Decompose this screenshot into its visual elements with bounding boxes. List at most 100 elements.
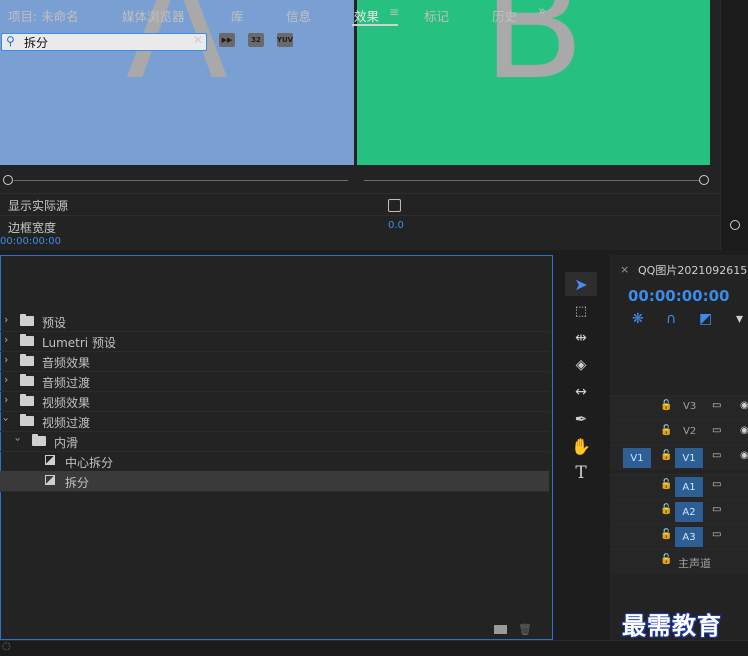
end-slider-handle[interactable] xyxy=(699,175,709,185)
eye-icon[interactable]: ◉ xyxy=(740,450,748,461)
new-folder-icon[interactable] xyxy=(494,625,507,634)
hand-tool-icon[interactable]: ✋ xyxy=(565,434,597,458)
border-width-value[interactable]: 0.0 xyxy=(388,220,404,231)
accelerated-effects-filter-icon[interactable]: ▶▶ xyxy=(219,33,235,47)
tree-item-center-split[interactable]: 中心拆分 xyxy=(0,451,549,472)
selection-tool-icon[interactable]: ➤ xyxy=(565,272,597,296)
folder-icon xyxy=(20,354,34,366)
status-bar: ◌ xyxy=(0,640,748,656)
tab-info[interactable]: 信息 xyxy=(286,6,311,25)
sequence-tab[interactable]: QQ图片20210926152 xyxy=(638,262,748,278)
snap-icon[interactable]: ∩ xyxy=(666,311,676,327)
effects-search-box[interactable]: ⚲ xyxy=(1,33,207,51)
lock-icon[interactable]: 🔓 xyxy=(660,450,672,461)
track-master[interactable]: 🔓 主声道 xyxy=(610,549,748,574)
folder-icon xyxy=(20,414,34,426)
eye-icon[interactable]: ◉ xyxy=(740,400,748,411)
track-output-icon[interactable]: ▭ xyxy=(712,529,721,540)
clip-b-preview: B xyxy=(357,0,710,165)
ripple-edit-tool-icon[interactable]: ⇹ xyxy=(565,326,597,350)
chevron-right-icon[interactable]: › xyxy=(4,333,8,346)
linked-selection-icon[interactable]: ◩ xyxy=(699,311,712,327)
start-slider-handle[interactable] xyxy=(3,175,13,185)
track-select-tool-icon[interactable]: ⬚ xyxy=(565,299,597,323)
chevron-down-icon[interactable]: › xyxy=(12,437,25,441)
tab-project[interactable]: 项目: 未命名 xyxy=(8,6,79,25)
tab-history[interactable]: 历史 xyxy=(492,6,516,25)
search-icon: ⚲ xyxy=(6,34,15,48)
slip-tool-icon[interactable]: ↔ xyxy=(565,380,597,404)
chevron-right-icon[interactable]: › xyxy=(4,393,8,406)
lock-icon[interactable]: 🔓 xyxy=(660,479,672,490)
timeline-timecode[interactable]: 00:00:00:00 xyxy=(628,287,730,305)
tab-markers[interactable]: 标记 xyxy=(424,6,449,25)
track-v2[interactable]: 🔓 V2 ▭ ◉ xyxy=(610,420,748,445)
tree-item-slide[interactable]: › 内滑 xyxy=(0,431,549,452)
border-width-row: 边框宽度 xyxy=(0,215,720,234)
track-output-icon[interactable]: ▭ xyxy=(712,400,721,411)
razor-tool-icon[interactable]: ◈ xyxy=(565,353,597,377)
32bit-filter-icon[interactable]: 32 xyxy=(248,33,264,47)
lock-icon[interactable]: 🔓 xyxy=(660,554,672,565)
start-slider-track[interactable] xyxy=(14,180,348,181)
watermark: 最需教育 xyxy=(622,611,722,640)
lock-icon[interactable]: 🔓 xyxy=(660,529,672,540)
folder-icon xyxy=(32,434,46,446)
add-marker-icon[interactable]: ▾ xyxy=(736,311,743,327)
track-target-v1[interactable]: V1 xyxy=(675,448,703,468)
eye-icon[interactable]: ◉ xyxy=(740,425,748,436)
track-a1[interactable]: 🔓 A1 ▭ xyxy=(610,474,748,499)
close-sequence-icon[interactable]: × xyxy=(620,263,629,276)
lock-icon[interactable]: 🔓 xyxy=(660,425,672,436)
tree-item-video-effects[interactable]: › 视频效果 xyxy=(0,391,549,412)
track-output-icon[interactable]: ▭ xyxy=(712,479,721,490)
track-v3[interactable]: 🔓 V3 ▭ ◉ xyxy=(610,395,748,420)
track-target-a2[interactable]: A2 xyxy=(675,502,703,522)
clear-search-icon[interactable]: ✕ xyxy=(193,33,203,47)
tree-item-label: 音频过渡 xyxy=(42,376,91,390)
preset-folder-icon xyxy=(20,314,34,326)
yuv-filter-icon[interactable]: YUV xyxy=(277,33,293,47)
master-track-name: 主声道 xyxy=(678,557,711,570)
source-patch-v1[interactable]: V1 xyxy=(623,448,651,468)
monitor-scrollbar[interactable] xyxy=(720,0,748,250)
folder-icon xyxy=(20,394,34,406)
tree-item-label: 视频过渡 xyxy=(42,416,91,430)
panel-menu-icon[interactable]: ≡ xyxy=(389,5,399,19)
effects-search-input[interactable] xyxy=(24,34,184,50)
pen-tool-icon[interactable]: ✒ xyxy=(565,407,597,431)
trash-icon[interactable]: 🗑 xyxy=(518,623,532,636)
scroll-handle[interactable] xyxy=(730,220,740,230)
tab-library[interactable]: 库 xyxy=(231,6,244,25)
tree-item-label: 音频效果 xyxy=(42,356,91,370)
track-a3[interactable]: 🔓 A3 ▭ xyxy=(610,524,748,549)
tab-media-browser[interactable]: 媒体浏览器 xyxy=(122,6,185,25)
track-output-icon[interactable]: ▭ xyxy=(712,504,721,515)
type-tool-icon[interactable]: T xyxy=(565,461,597,485)
tree-item-audio-transitions[interactable]: › 音频过渡 xyxy=(0,371,549,392)
track-a2[interactable]: 🔓 A2 ▭ xyxy=(610,499,748,524)
tab-effects[interactable]: 效果 xyxy=(354,6,379,25)
show-source-checkbox[interactable] xyxy=(388,199,401,212)
lock-icon[interactable]: 🔓 xyxy=(660,400,672,411)
tree-item-split[interactable]: 拆分 xyxy=(0,471,549,492)
tabs-overflow-icon[interactable]: » xyxy=(538,4,546,19)
lock-icon[interactable]: 🔓 xyxy=(660,504,672,515)
chevron-right-icon[interactable]: › xyxy=(4,353,8,366)
monitor-timecode[interactable]: 00:00:00:00 xyxy=(0,236,61,247)
track-target-a3[interactable]: A3 xyxy=(675,527,703,547)
chevron-right-icon[interactable]: › xyxy=(4,373,8,386)
nest-icon[interactable]: ❋ xyxy=(632,311,644,327)
tree-item-audio-effects[interactable]: › 音频效果 xyxy=(0,351,549,372)
track-output-icon[interactable]: ▭ xyxy=(712,450,721,461)
show-source-row: 显示实际源 xyxy=(0,193,720,215)
end-slider-track[interactable] xyxy=(364,180,700,181)
chevron-right-icon[interactable]: › xyxy=(4,313,8,326)
tree-item-video-transitions[interactable]: › 视频过渡 xyxy=(0,411,549,432)
chevron-down-icon[interactable]: › xyxy=(0,417,13,421)
track-target-a1[interactable]: A1 xyxy=(675,477,703,497)
tree-item-presets[interactable]: › 预设 xyxy=(0,311,549,332)
tree-item-lumetri-presets[interactable]: › Lumetri 预设 xyxy=(0,331,549,352)
track-v1[interactable]: V1 🔓 V1 ▭ ◉ xyxy=(610,445,748,470)
track-output-icon[interactable]: ▭ xyxy=(712,425,721,436)
